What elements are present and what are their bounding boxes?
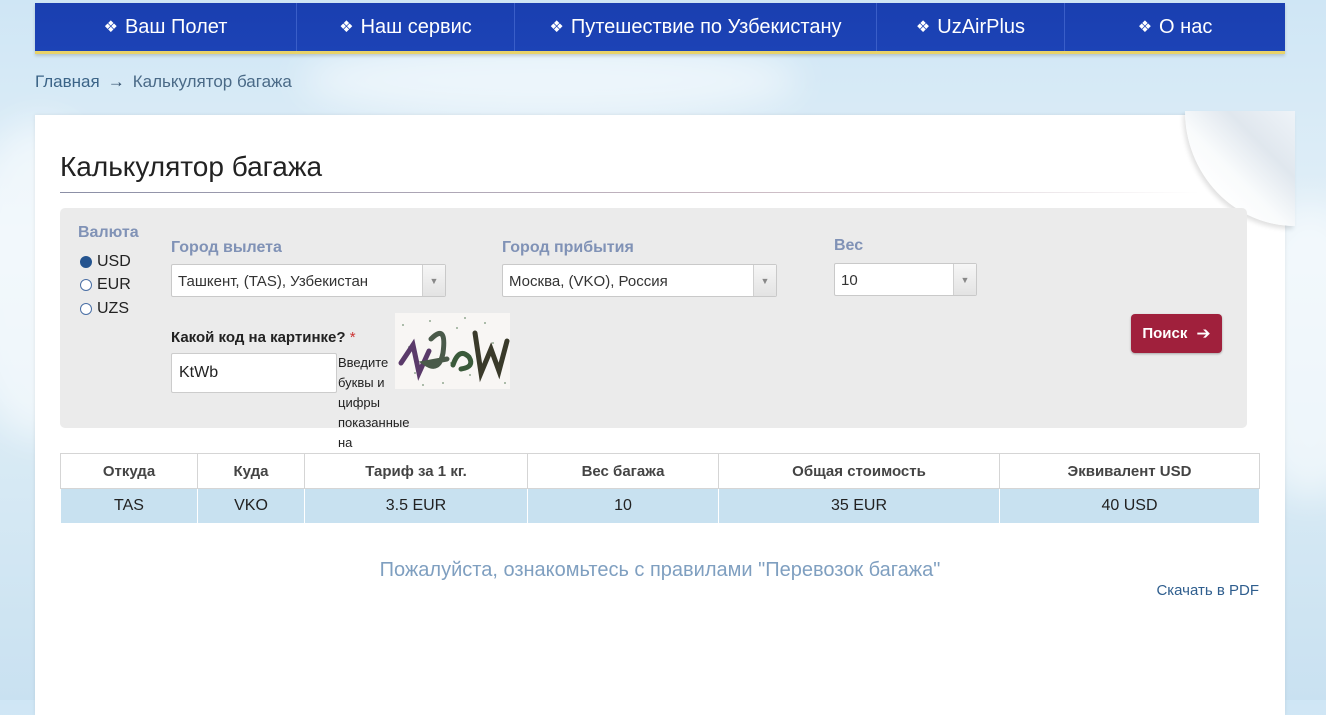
arrow-right-icon: ➔	[1196, 323, 1211, 343]
currency-option-label: EUR	[97, 276, 131, 293]
table-cell: VKO	[197, 488, 305, 524]
search-button-label: Поиск	[1142, 325, 1188, 342]
captcha-noise-icon	[398, 317, 510, 386]
breadcrumb: Главная → Калькулятор багажа	[35, 72, 292, 92]
search-button[interactable]: Поиск ➔	[1131, 314, 1222, 353]
captcha-input[interactable]	[171, 353, 337, 393]
captcha-label-text: Какой код на картинке?	[171, 329, 346, 346]
diamond-icon: ❖	[915, 19, 931, 36]
column-header: Тариф за 1 кг.	[304, 453, 528, 489]
column-header: Куда	[197, 453, 305, 489]
column-header: Откуда	[60, 453, 198, 489]
nav-item-travel-uzbekistan[interactable]: ❖ Путешествие по Узбекистану	[515, 3, 877, 51]
weight-value: 10	[841, 272, 858, 289]
baggage-rules-link[interactable]: Пожалуйста, ознакомьтесь с правилами "Пе…	[35, 559, 1285, 582]
weight-label: Вес	[834, 237, 864, 254]
column-header: Эквивалент USD	[999, 453, 1260, 489]
calculator-form: Валюта USD EUR UZS Город вылета Ташкент,…	[60, 208, 1247, 470]
to-city-label: Город прибытия	[502, 239, 634, 256]
nav-item-your-flight[interactable]: ❖ Ваш Полет	[35, 3, 297, 51]
breadcrumb-current: Калькулятор багажа	[132, 72, 292, 91]
breadcrumb-home-link[interactable]: Главная	[35, 72, 100, 91]
from-city-select[interactable]: Ташкент, (TAS), Узбекистан ▼	[171, 264, 446, 297]
title-divider	[60, 192, 1200, 193]
diamond-icon: ❖	[339, 19, 354, 36]
table-cell: 40 USD	[999, 488, 1260, 524]
chevron-down-icon: ▼	[953, 264, 976, 295]
table-row: TAS VKO 3.5 EUR 10 35 EUR 40 USD	[60, 488, 1260, 524]
currency-radio-uzs[interactable]: UZS	[80, 300, 129, 318]
chevron-down-icon: ▼	[422, 265, 445, 296]
nav-label: Путешествие по Узбекистану	[570, 15, 842, 38]
nav-label: Ваш Полет	[124, 15, 228, 38]
column-header: Общая стоимость	[718, 453, 1000, 489]
from-city-value: Ташкент, (TAS), Узбекистан	[178, 273, 369, 290]
diamond-icon: ❖	[103, 19, 118, 36]
nav-item-about[interactable]: ❖ О нас	[1065, 3, 1285, 51]
currency-option-label: USD	[97, 253, 131, 270]
breadcrumb-separator: →	[107, 72, 125, 91]
page-title: Калькулятор багажа	[60, 151, 323, 182]
table-cell: 35 EUR	[718, 488, 1000, 524]
captcha-image	[395, 313, 510, 389]
table-header-row: Откуда Куда Тариф за 1 кг. Вес багажа Об…	[60, 453, 1260, 489]
nav-label: UzAirPlus	[937, 15, 1026, 38]
content-panel: Калькулятор багажа Валюта USD EUR UZS Го…	[35, 111, 1295, 715]
column-header: Вес багажа	[527, 453, 719, 489]
from-city-label: Город вылета	[171, 239, 282, 256]
radio-checked-icon	[80, 256, 92, 268]
weight-select[interactable]: 10 ▼	[834, 263, 977, 296]
diamond-icon: ❖	[549, 19, 564, 36]
diamond-icon: ❖	[1137, 19, 1153, 36]
download-pdf-link[interactable]: Скачать в PDF	[1156, 582, 1259, 599]
radio-unchecked-icon	[80, 279, 92, 291]
main-nav: ❖ Ваш Полет ❖ Наш сервис ❖ Путешествие по У…	[35, 3, 1285, 54]
currency-radio-usd[interactable]: USD	[80, 253, 131, 271]
table-cell: 10	[527, 488, 719, 524]
currency-label: Валюта	[78, 224, 139, 241]
currency-option-label: UZS	[97, 300, 129, 317]
required-marker: *	[349, 329, 356, 346]
to-city-value: Москва, (VKO), Россия	[509, 273, 668, 290]
table-cell: TAS	[60, 488, 198, 524]
table-cell: 3.5 EUR	[304, 488, 528, 524]
nav-item-our-service[interactable]: ❖ Наш сервис	[297, 3, 515, 51]
to-city-select[interactable]: Москва, (VKO), Россия ▼	[502, 264, 777, 297]
currency-radio-eur[interactable]: EUR	[80, 276, 131, 294]
captcha-label: Какой код на картинке? *	[171, 329, 356, 346]
results-table: Откуда Куда Тариф за 1 кг. Вес багажа Об…	[60, 453, 1260, 524]
nav-label: О нас	[1159, 15, 1213, 38]
nav-label: Наш сервис	[360, 15, 472, 38]
nav-item-uzairplus[interactable]: ❖ UzAirPlus	[877, 3, 1065, 51]
chevron-down-icon: ▼	[753, 265, 776, 296]
radio-unchecked-icon	[80, 303, 92, 315]
